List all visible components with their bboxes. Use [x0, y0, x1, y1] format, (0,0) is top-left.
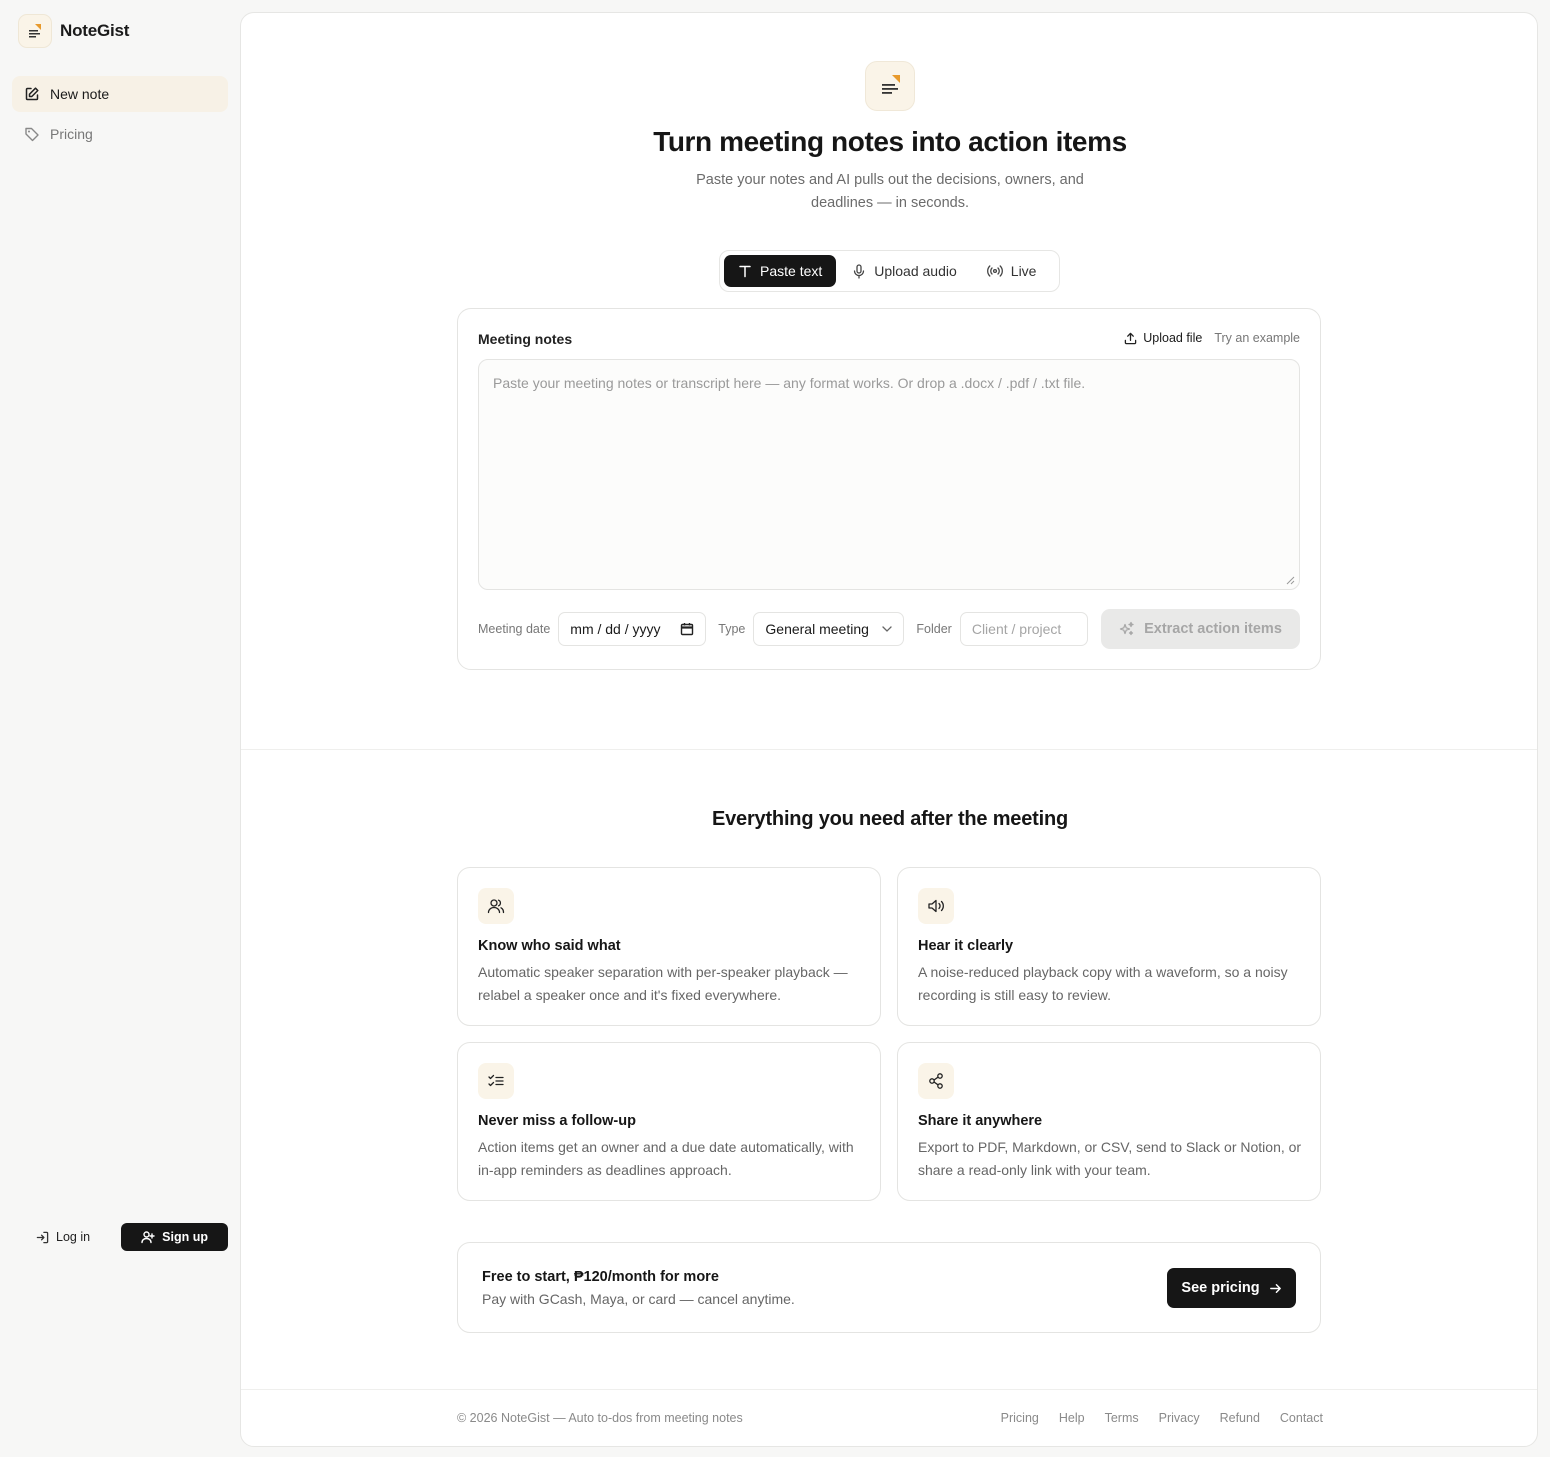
meeting-date-label: Meeting date [478, 622, 551, 636]
footer-link-contact[interactable]: Contact [1280, 1411, 1323, 1425]
sidebar-item-label: Pricing [50, 126, 93, 142]
tab-label: Upload audio [874, 263, 957, 279]
main-panel: Turn meeting notes into action items Pas… [240, 12, 1538, 1447]
footer-link-terms[interactable]: Terms [1105, 1411, 1139, 1425]
upload-icon [1124, 332, 1137, 344]
signup-label: Sign up [162, 1230, 208, 1244]
brand-name: NoteGist [60, 21, 130, 40]
footer-link-help[interactable]: Help [1059, 1411, 1085, 1425]
chevron-down-icon [882, 626, 893, 632]
note-options: Meeting date mm / dd / yyyy Type General… [478, 609, 1300, 649]
tag-icon [25, 127, 39, 142]
try-example-link[interactable]: Try an example [1214, 331, 1300, 345]
calendar-icon[interactable] [680, 622, 694, 636]
meeting-type-select[interactable]: General meeting [753, 612, 905, 646]
login-label: Log in [56, 1230, 91, 1244]
feature-title: Hear it clearly [918, 938, 1014, 954]
feature-card-share: Share it anywhere Export to PDF, Markdow… [897, 1042, 1321, 1201]
feature-title: Know who said what [478, 938, 621, 954]
feature-card-followup: Never miss a follow-up Action items get … [457, 1042, 881, 1201]
resize-handle-icon[interactable] [1286, 576, 1295, 585]
tab-paste-text[interactable]: Paste text [724, 255, 837, 287]
footer-link-pricing[interactable]: Pricing [1001, 1411, 1039, 1425]
meeting-notes-card: Meeting notes Upload file Try an example… [457, 308, 1321, 670]
copyright: © 2026 NoteGist — Auto to-dos from meeti… [457, 1411, 743, 1425]
meeting-type-value: General meeting [765, 621, 869, 637]
pricing-banner: Free to start, ₱120/month for more Pay w… [457, 1242, 1321, 1333]
feature-title: Share it anywhere [918, 1113, 1043, 1129]
auth-actions: Log in Sign up [24, 1223, 228, 1251]
input-mode-tabs: Paste text Upload audio Live [719, 250, 1060, 292]
page-subtitle: Paste your notes and AI pulls out the de… [696, 172, 1084, 211]
footer: © 2026 NoteGist — Auto to-dos from meeti… [241, 1389, 1537, 1446]
feature-title: Never miss a follow-up [478, 1113, 636, 1129]
users-icon [478, 888, 514, 924]
sidebar-item-label: New note [50, 86, 110, 102]
folder-input[interactable]: Client / project [959, 612, 1088, 646]
brand[interactable]: NoteGist [18, 14, 129, 48]
feature-description: Action items get an owner and a due date… [478, 1139, 854, 1178]
microphone-icon [854, 263, 865, 279]
meeting-date-input[interactable]: mm / dd / yyyy [558, 612, 707, 646]
sidebar-item-pricing[interactable]: Pricing [12, 116, 228, 152]
type-label: Type [718, 622, 746, 636]
feature-card-speakers: Know who said what Automatic speaker sep… [457, 867, 881, 1026]
notes-doc-icon [865, 61, 915, 111]
see-pricing-label: See pricing [1181, 1280, 1260, 1296]
tab-label: Live [1010, 263, 1037, 279]
sparkles-icon [1119, 621, 1134, 636]
tab-label: Paste text [760, 263, 823, 279]
tab-upload-audio[interactable]: Upload audio [838, 255, 971, 287]
checklist-icon [478, 1063, 514, 1099]
footer-link-refund[interactable]: Refund [1220, 1411, 1260, 1425]
page-title: Turn meeting notes into action items [653, 126, 1127, 157]
broadcast-icon [986, 265, 1003, 277]
feature-description: Export to PDF, Markdown, or CSV, send to… [918, 1139, 1302, 1178]
login-button[interactable]: Log in [24, 1230, 90, 1244]
see-pricing-button[interactable]: See pricing [1167, 1268, 1296, 1308]
notes-placeholder: Paste your meeting notes or transcript h… [493, 375, 1086, 391]
date-placeholder: mm / dd / yyyy [570, 621, 661, 637]
upload-file-label: Upload file [1143, 331, 1203, 345]
user-plus-icon [141, 1231, 155, 1244]
sidebar-item-new-note[interactable]: New note [12, 76, 228, 112]
sidebar: NoteGist New note Pricing Log in Sign up [0, 0, 240, 1457]
login-icon [36, 1231, 49, 1243]
upload-file-button[interactable]: Upload file [1124, 331, 1202, 345]
notes-textarea[interactable]: Paste your meeting notes or transcript h… [478, 359, 1300, 590]
speaker-icon [918, 888, 954, 924]
features-title: Everything you need after the meeting [711, 808, 1068, 830]
feature-description: A noise-reduced playback copy with a wav… [918, 964, 1288, 1003]
footer-links: Pricing Help Terms Privacy Refund Contac… [1001, 1411, 1323, 1425]
arrow-right-icon [1269, 1283, 1281, 1293]
extract-label: Extract action items [1144, 621, 1282, 637]
notes-actions: Upload file Try an example [1124, 331, 1300, 345]
folder-label: Folder [916, 622, 952, 636]
share-icon [918, 1063, 954, 1099]
text-icon [739, 265, 751, 278]
tab-live[interactable]: Live [973, 255, 1051, 287]
notegist-logo-icon [18, 14, 52, 48]
pricing-subtitle: Pay with GCash, Maya, or card — cancel a… [482, 1291, 795, 1307]
feature-description: Automatic speaker separation with per-sp… [478, 964, 848, 1003]
extract-action-items-button[interactable]: Extract action items [1101, 609, 1300, 649]
folder-placeholder: Client / project [971, 621, 1062, 637]
signup-button[interactable]: Sign up [121, 1223, 228, 1251]
footer-link-privacy[interactable]: Privacy [1159, 1411, 1200, 1425]
section-divider [241, 749, 1537, 750]
meeting-notes-label: Meeting notes [478, 331, 573, 347]
feature-card-audio: Hear it clearly A noise-reduced playback… [897, 867, 1321, 1026]
edit-icon [25, 87, 39, 101]
sidebar-nav: New note Pricing [12, 76, 228, 156]
pricing-title: Free to start, ₱120/month for more [482, 1269, 719, 1285]
